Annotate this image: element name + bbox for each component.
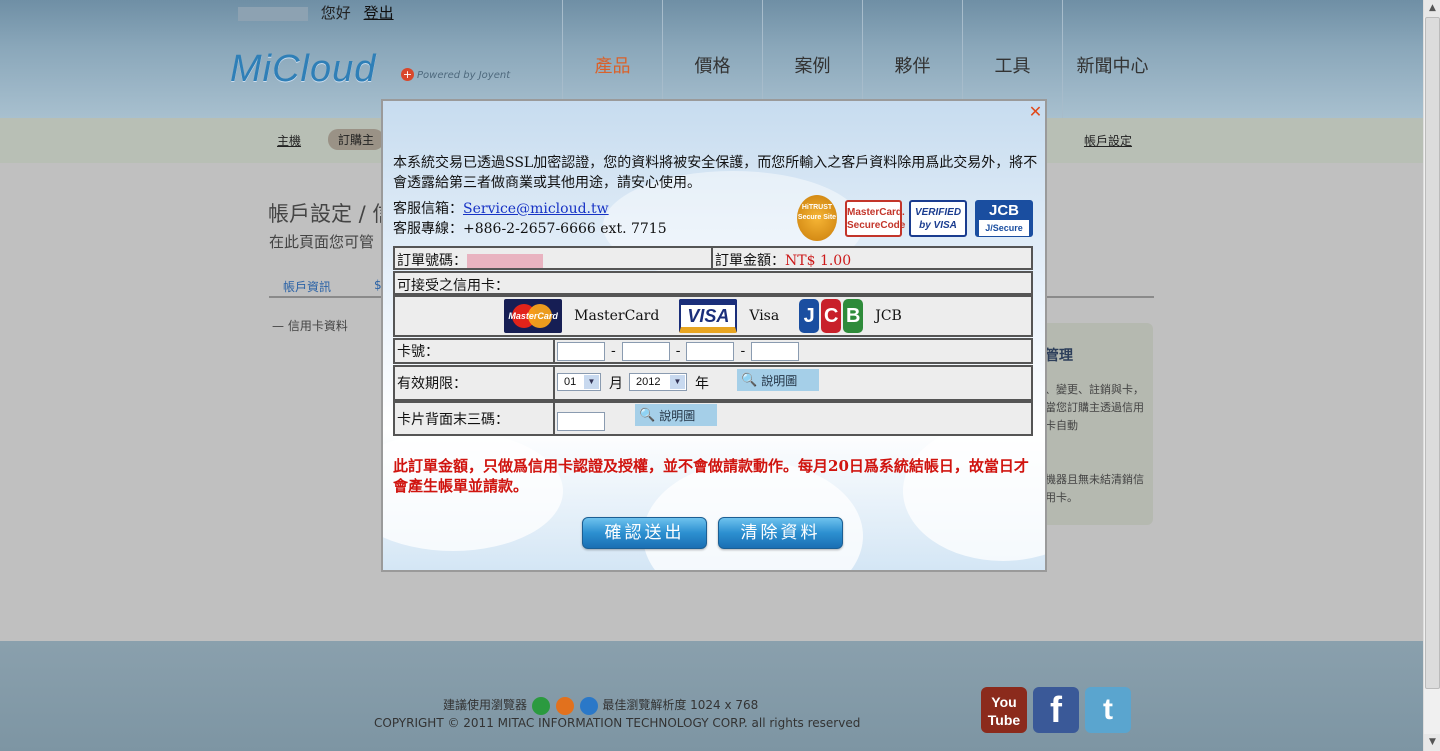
- cvv-row: 卡片背面末三碼： 🔍 說明圖: [393, 401, 1033, 436]
- mastercard-securecode-badge: MasterCard. SecureCode: [845, 200, 905, 237]
- twitter-icon[interactable]: t: [1085, 687, 1131, 733]
- chevron-down-icon: ▼: [670, 375, 685, 389]
- username-redacted: [238, 6, 308, 21]
- site-footer: 建議使用瀏覽器 最佳瀏覽解析度 1024 x 768 COPYRIGHT © 2…: [0, 641, 1423, 751]
- card-number-label: 卡號：: [395, 340, 555, 362]
- expiry-year-select[interactable]: 2012 ▼: [629, 373, 687, 391]
- logout-link[interactable]: 登出: [364, 4, 394, 22]
- card-jcb: JCB JCB: [799, 299, 902, 333]
- page-title: 帳戶設定 / 信: [268, 202, 394, 226]
- youtube-icon[interactable]: You Tube: [981, 687, 1027, 733]
- browser-recommendation: 建議使用瀏覽器 最佳瀏覽解析度 1024 x 768: [443, 696, 758, 715]
- accepted-cards-label: 可接受之信用卡：: [393, 271, 1033, 295]
- close-icon[interactable]: ✕: [1028, 104, 1043, 120]
- card-number-row: 卡號： - - -: [393, 338, 1033, 364]
- nav-news[interactable]: 新聞中心: [1062, 0, 1162, 118]
- order-amount-label: 訂單金額：: [715, 253, 785, 269]
- credit-card-dialog: ✕ 本系統交易已透過SSL加密認證，您的資料將被安全保護，而您所輸入之客戶資料除…: [381, 99, 1047, 572]
- order-number-redacted: [467, 254, 543, 268]
- scroll-up-icon[interactable]: ▲: [1424, 0, 1440, 17]
- mastercard-logo-icon: MasterCard: [504, 299, 563, 333]
- cvv-input[interactable]: [557, 412, 605, 431]
- cvv-label: 卡片背面末三碼：: [395, 403, 555, 434]
- side-text-2: 機器且無未結清銷信用卡。: [1045, 473, 1144, 504]
- accepted-cards: MasterCard MasterCard VISA Visa JCB JCB: [393, 295, 1033, 337]
- expiry-row: 有效期限： 01 ▼ 月 2012 ▼ 年 🔍 說明圖: [393, 365, 1033, 401]
- copyright: COPYRIGHT © 2011 MITAC INFORMATION TECHN…: [374, 716, 861, 730]
- card-number-input-4[interactable]: [751, 341, 800, 361]
- side-info-box: 管理 、變更、註銷與卡，當您訂購主透過信用卡自動 機器且無未結清銷信用卡。: [1040, 323, 1153, 525]
- expiry-label: 有效期限：: [395, 367, 555, 399]
- vertical-scrollbar[interactable]: ▲ ▼: [1423, 0, 1440, 751]
- service-email-link[interactable]: Service@micloud.tw: [463, 201, 609, 217]
- clear-button[interactable]: 清除資料: [718, 517, 843, 549]
- subnav-host[interactable]: 主機: [277, 132, 301, 149]
- order-amount: NT$ 1.00: [785, 253, 852, 269]
- expiry-help-button[interactable]: 🔍 說明圖: [737, 369, 819, 391]
- card-number-input-2[interactable]: [621, 341, 670, 361]
- side-heading: 管理: [1045, 348, 1073, 364]
- side-text-1: 、變更、註銷與卡，當您訂購主透過信用卡自動: [1045, 383, 1144, 432]
- plus-icon: +: [401, 68, 414, 81]
- facebook-icon[interactable]: f: [1033, 687, 1079, 733]
- card-mastercard: MasterCard MasterCard: [504, 299, 659, 333]
- logo-subtitle: + Powered by Joyent: [401, 68, 511, 81]
- billing-notice: 此訂單金額，只做爲信用卡認證及授權，並不會做請款動作。每月20日爲系統結帳日，故…: [393, 457, 1029, 495]
- micloud-logo[interactable]: MiCloud: [230, 48, 376, 91]
- chrome-icon: [531, 696, 550, 715]
- order-number-label: 訂單號碼：: [397, 253, 467, 269]
- verified-by-visa-badge: VERIFIED by VISA: [909, 200, 967, 237]
- hitrust-badge[interactable]: HiTRUST Secure Site: [797, 195, 837, 241]
- cvv-help-button[interactable]: 🔍 說明圖: [635, 404, 717, 426]
- subnav-account[interactable]: 帳戶設定: [1084, 132, 1132, 149]
- card-visa: VISA Visa: [679, 299, 779, 333]
- tab-account-info[interactable]: 帳戶資訊: [283, 278, 331, 295]
- card-number-input-3[interactable]: [686, 341, 735, 361]
- chevron-down-icon: ▼: [584, 375, 599, 389]
- greeting: 您好: [320, 4, 351, 22]
- service-phone: +886-2-2657-6666 ext. 7715: [463, 221, 667, 237]
- contact-info: 客服信箱：Service@micloud.tw 客服專線：+886-2-2657…: [393, 201, 667, 237]
- user-bar: 您好 登出: [238, 2, 394, 23]
- expiry-month-select[interactable]: 01 ▼: [557, 373, 601, 391]
- submit-button[interactable]: 確認送出: [582, 517, 707, 549]
- magnifier-icon: 🔍: [639, 407, 656, 423]
- ie-icon: [579, 696, 598, 715]
- fieldset-credit-card: — 信用卡資料: [272, 319, 348, 333]
- page-subtitle: 在此頁面您可管: [269, 233, 375, 251]
- jcb-logo-icon: JCB: [799, 299, 864, 333]
- firefox-icon: [555, 696, 574, 715]
- security-notice: 本系統交易已透過SSL加密認證，您的資料將被安全保護，而您所輸入之客戶資料除用爲…: [393, 155, 1038, 191]
- scroll-thumb[interactable]: [1425, 17, 1440, 689]
- subnav-order[interactable]: 訂購主: [328, 129, 385, 150]
- magnifier-icon: 🔍: [741, 372, 758, 388]
- visa-logo-icon: VISA: [679, 299, 738, 333]
- order-row: 訂單號碼： 訂單金額：NT$ 1.00: [393, 246, 1033, 270]
- scroll-down-icon[interactable]: ▼: [1424, 734, 1440, 751]
- jcb-jsecure-badge: JCB J/Secure: [975, 200, 1033, 237]
- card-number-input-1[interactable]: [557, 341, 605, 361]
